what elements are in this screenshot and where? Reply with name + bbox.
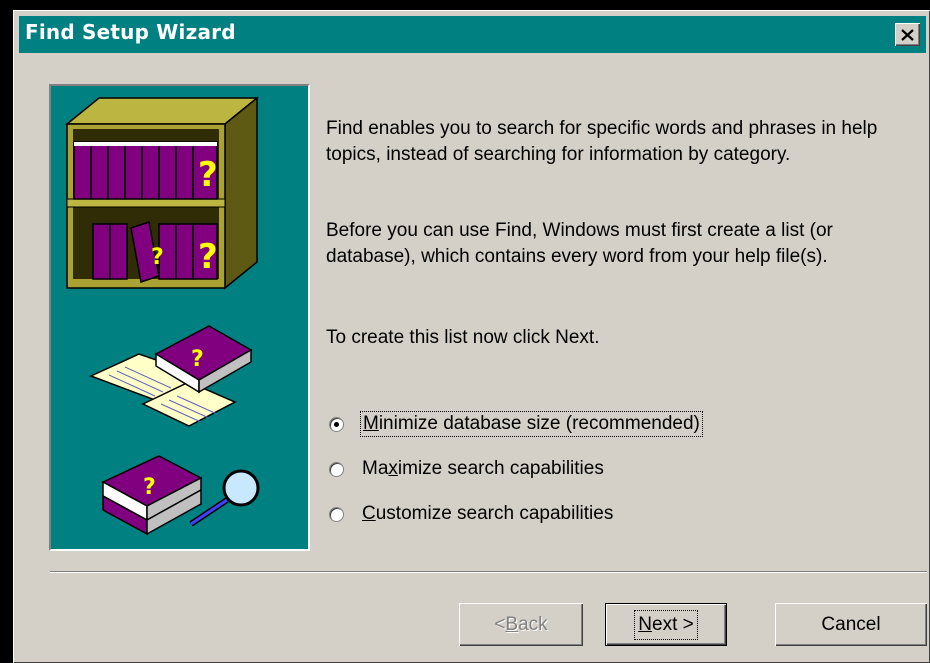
back-button[interactable]: < Back: [459, 603, 583, 646]
radio-button[interactable]: [329, 461, 344, 477]
option-customize-search-capabilities[interactable]: Customize search capabilities: [329, 501, 613, 527]
svg-text:?: ?: [143, 475, 156, 500]
intro-paragraph: Find enables you to search for specific …: [326, 118, 878, 165]
search-book-icon: ?: [101, 455, 203, 536]
svg-text:?: ?: [151, 245, 164, 270]
option-label: Customize search capabilities: [362, 503, 614, 524]
radio-button-selected[interactable]: [329, 416, 344, 432]
open-book-icon: ?: [89, 325, 253, 427]
radio-button[interactable]: [329, 506, 344, 522]
close-icon: [901, 28, 914, 41]
option-maximize-search-capabilities[interactable]: Maximize search capabilities: [329, 456, 604, 482]
next-button[interactable]: Next >: [605, 603, 727, 646]
svg-text:?: ?: [198, 237, 218, 277]
svg-text:?: ?: [191, 347, 204, 372]
option-label: Minimize database size (recommended): [360, 411, 703, 437]
cancel-button[interactable]: Cancel: [775, 603, 927, 646]
option-minimize-database-size[interactable]: Minimize database size (recommended): [329, 411, 703, 437]
database-paragraph: Before you can use Find, Windows must fi…: [326, 220, 833, 267]
bookshelf-icon: ? ? ?: [64, 96, 260, 290]
title-bar[interactable]: Find Setup Wizard: [19, 16, 926, 53]
instruction-paragraph: To create this list now click Next.: [326, 327, 600, 348]
option-label: Maximize search capabilities: [362, 458, 604, 479]
svg-text:?: ?: [198, 155, 218, 195]
wizard-illustration: ? ? ? ? ?: [49, 84, 310, 551]
separator: [50, 571, 927, 573]
close-button[interactable]: [895, 23, 920, 46]
radio-dot-icon: [334, 421, 339, 427]
find-setup-wizard-dialog: Find Setup Wizard ? ? ? ? ? Find enables…: [13, 10, 930, 663]
window-title: Find Setup Wizard: [25, 20, 236, 44]
